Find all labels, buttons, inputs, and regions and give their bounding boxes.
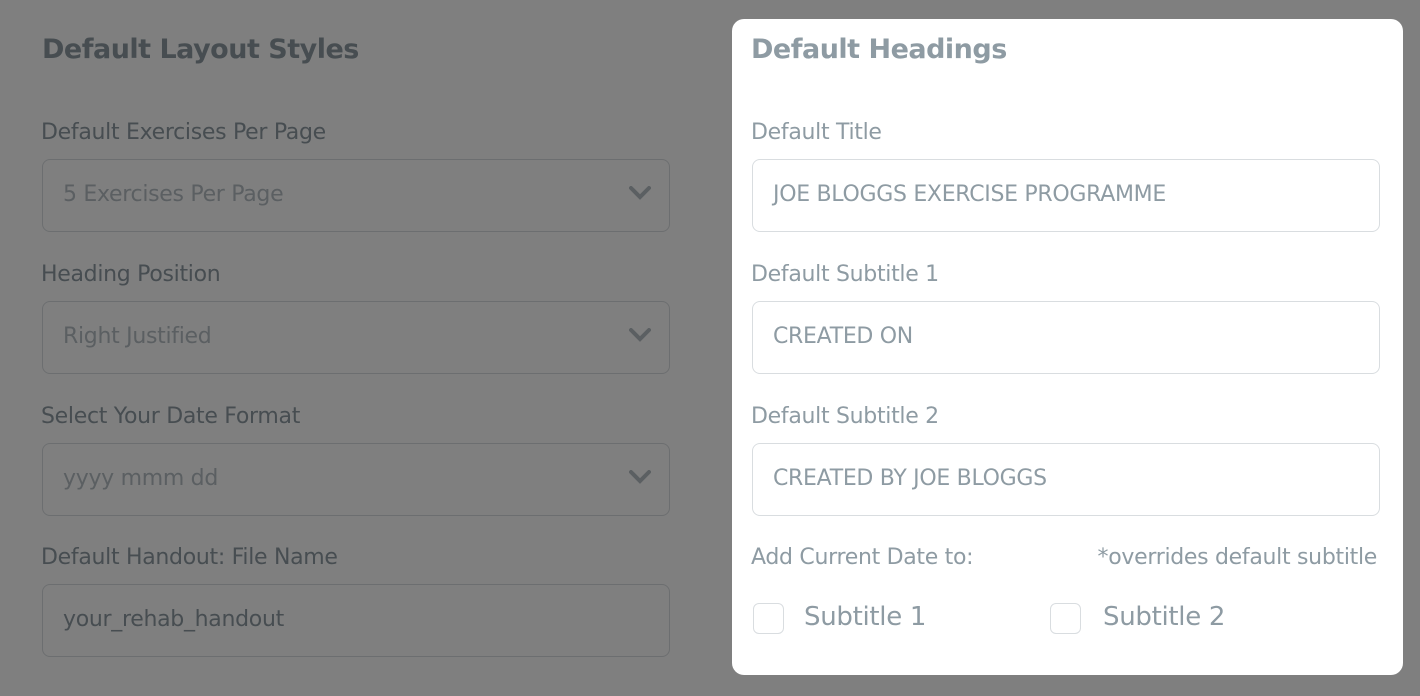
default-title-label: Default Title	[751, 120, 882, 145]
subtitle-1-checkbox-label[interactable]: Subtitle 1	[804, 602, 926, 632]
subtitle-2-checkbox[interactable]	[1050, 603, 1081, 634]
subtitle-2-checkbox-label[interactable]: Subtitle 2	[1103, 602, 1225, 632]
default-headings-modal: Default Headings Default Title JOE BLOGG…	[732, 19, 1403, 675]
subtitle-1-checkbox[interactable]	[753, 603, 784, 634]
subtitle-1-label: Default Subtitle 1	[751, 262, 939, 287]
default-title-input[interactable]: JOE BLOGGS EXERCISE PROGRAMME	[752, 159, 1380, 232]
subtitle-2-input[interactable]: CREATED BY JOE BLOGGS	[752, 443, 1380, 516]
default-title-value: JOE BLOGGS EXERCISE PROGRAMME	[773, 182, 1166, 207]
headings-title: Default Headings	[751, 34, 1007, 65]
subtitle-2-value: CREATED BY JOE BLOGGS	[773, 466, 1047, 491]
overrides-note: *overrides default subtitle	[1097, 545, 1378, 570]
add-current-date-label: Add Current Date to:	[751, 545, 974, 570]
subtitle-2-label: Default Subtitle 2	[751, 404, 939, 429]
subtitle-1-value: CREATED ON	[773, 324, 913, 349]
subtitle-1-input[interactable]: CREATED ON	[752, 301, 1380, 374]
